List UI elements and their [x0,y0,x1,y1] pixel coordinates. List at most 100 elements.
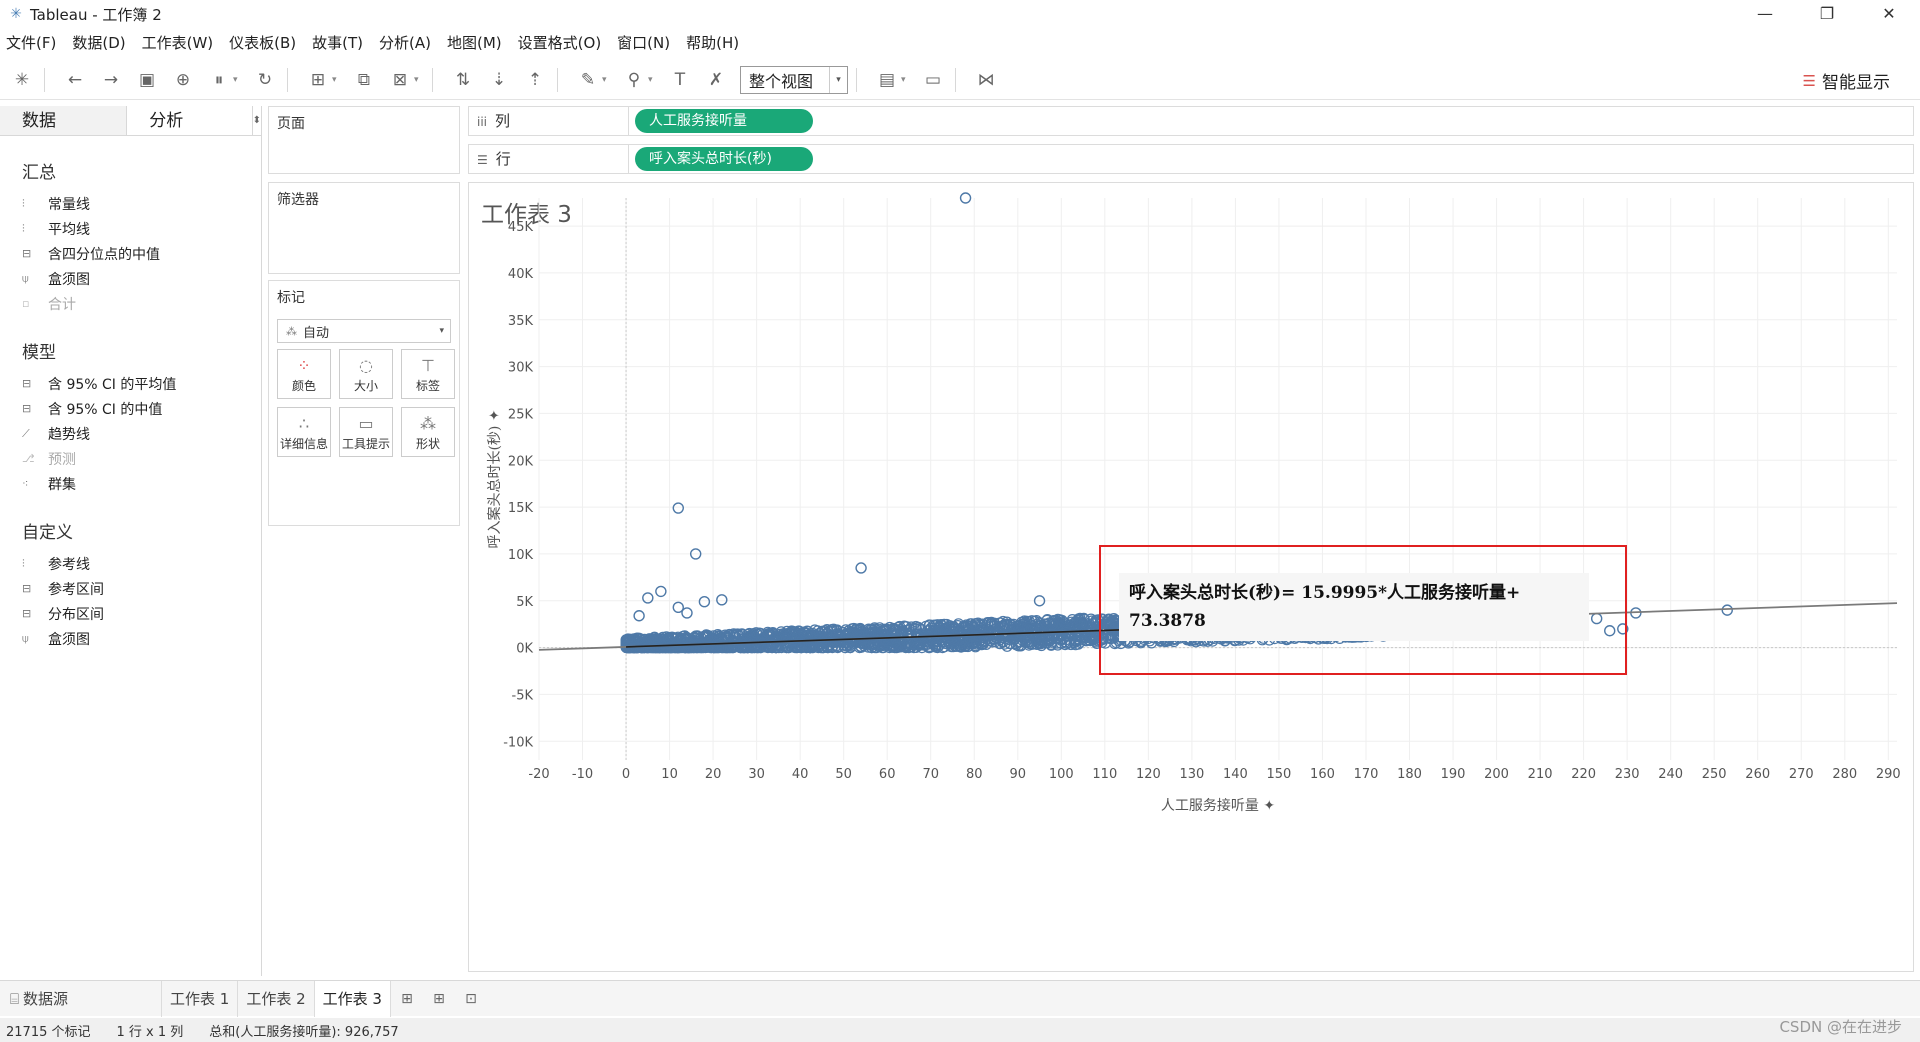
menu-worksheet[interactable]: 工作表(W) [142,32,214,53]
x-tick-label: 100 [1049,767,1074,782]
pause-update-icon[interactable]: ⏸ [205,66,233,94]
analytics-item[interactable]: ⊟ 含 95% CI 的平均值 [0,371,261,396]
tab-analysis[interactable]: 分析 [126,106,253,135]
data-point[interactable] [1721,604,1733,616]
highlight-icon[interactable]: ✎ [574,66,602,94]
columns-shelf[interactable]: iii 列 人工服务接听量 [468,106,1914,136]
mark-detail-button[interactable]: ∴ 详细信息 [277,407,331,457]
rows-pill[interactable]: 呼入案头总时长(秒) [635,147,813,171]
x-tick-label: 270 [1789,767,1814,782]
tab-sheet-3[interactable]: 工作表 3 [314,980,391,1017]
x-tick-label: 120 [1136,767,1161,782]
menu-data[interactable]: 数据(D) [72,32,125,53]
trend-equation-annotation[interactable]: 呼入案头总时长(秒)= 15.9995*人工服务接听量+ 73.3878 [1119,573,1589,641]
worksheet-view: 工作表 3 -20 -10 0 10 20 30 40 50 60 70 80 90 100 110 120… [468,182,1914,972]
analytics-item[interactable]: ⫶ 常量线 [0,191,261,216]
x-tick-label: -10 [572,767,593,782]
analytics-item[interactable]: ▫ 合计 [0,291,261,316]
data-point[interactable] [681,607,693,619]
menu-story[interactable]: 故事(T) [312,32,363,53]
menu-analysis[interactable]: 分析(A) [379,32,431,53]
analytics-item[interactable]: ⍦ 盒须图 [0,266,261,291]
duplicate-sheet-icon[interactable]: ⧉ [350,66,378,94]
rows-shelf[interactable]: ☰ 行 呼入案头总时长(秒) [468,144,1914,174]
mark-size-button[interactable]: ◌ 大小 [339,349,393,399]
menu-window[interactable]: 窗口(N) [617,32,670,53]
save-icon[interactable]: ▣ [133,66,161,94]
new-dashboard-icon[interactable]: ⊞ [423,991,455,1007]
sort-ascending-icon[interactable]: ⇣ [485,66,513,94]
rows-icon: ☰ [477,153,488,167]
chevron-down-icon[interactable]: ▾ [648,75,658,85]
restore-button[interactable]: ❐ [1796,0,1858,28]
fix-axes-icon[interactable]: ✗ [702,66,730,94]
new-sheet-icon[interactable]: ⊞ [304,66,332,94]
clear-sheet-icon[interactable]: ⊠ [386,66,414,94]
tab-sheet-1[interactable]: 工作表 1 [162,980,239,1017]
presentation-mode-icon[interactable]: ▭ [919,66,947,94]
analytics-item[interactable]: ⍦ 盒须图 [0,626,261,651]
new-datasource-icon[interactable]: ⊕ [169,66,197,94]
tab-datasource[interactable]: ⌸ 数据源 [0,980,162,1017]
status-bar: 21715 个标记 1 行 x 1 列 总和(人工服务接听量): 926,757 [0,1018,1920,1042]
refresh-icon[interactable]: ↻ [251,66,279,94]
analytics-item[interactable]: ⟋ 趋势线 [0,421,261,446]
mark-color-button[interactable]: ⁘ 颜色 [277,349,331,399]
data-point[interactable] [698,596,711,608]
menu-file[interactable]: 文件(F) [6,32,56,53]
new-worksheet-icon[interactable]: ⊞ [391,991,423,1007]
group-icon[interactable]: ⚲ [620,66,648,94]
data-point[interactable] [672,502,684,514]
smart-show-button[interactable]: ☰ 智能显示 [1803,68,1890,94]
mark-shape-button[interactable]: ⁂ 形状 [401,407,455,457]
menu-help[interactable]: 帮助(H) [686,32,739,53]
x-tick-label: 210 [1528,767,1553,782]
data-point[interactable] [716,594,728,606]
mark-type-value: 自动 [303,325,330,341]
chevron-down-icon[interactable]: ▾ [332,75,342,85]
share-icon[interactable]: ⋈ [972,66,1000,94]
close-button[interactable]: ✕ [1858,0,1920,28]
data-point[interactable] [655,585,667,598]
sort-descending-icon[interactable]: ⇡ [521,66,549,94]
section-item-list: ⊟ 含 95% CI 的平均值 ⊟ 含 95% CI 的中值 ⟋ 趋势线 ⎇ 预测 ⁖ 群集 [0,371,261,496]
chevron-down-icon[interactable]: ▾ [901,75,911,85]
new-story-icon[interactable]: ⊡ [455,991,487,1007]
swap-axes-icon[interactable]: ⇅ [449,66,477,94]
analytics-item[interactable]: ⫶ 平均线 [0,216,261,241]
pane-toggle-icon[interactable]: ⬍ [253,106,261,135]
redo-icon[interactable]: → [97,66,125,94]
chevron-down-icon[interactable]: ▾ [233,75,243,85]
menu-dashboard[interactable]: 仪表板(B) [229,32,296,53]
view-fit-select[interactable]: 整个视图 ▾ [740,65,848,94]
chevron-down-icon[interactable]: ▾ [602,75,612,85]
analytics-item[interactable]: ⎇ 预测 [0,446,261,471]
x-tick-label: -20 [528,767,549,782]
chevron-down-icon[interactable]: ▾ [414,75,424,85]
analytics-item[interactable]: ⫶ 参考线 [0,551,261,576]
y-tick-label: 5K [516,595,533,610]
tab-sheet-2[interactable]: 工作表 2 [238,980,315,1017]
analytics-item[interactable]: ⊟ 含 95% CI 的中值 [0,396,261,421]
show-labels-icon[interactable]: T [666,66,694,94]
show-cards-icon[interactable]: ▤ [873,66,901,94]
tableau-home-icon[interactable]: ✳ [8,66,36,94]
menu-format[interactable]: 设置格式(O) [518,32,602,53]
analytics-item[interactable]: ⁖ 群集 [0,471,261,496]
analytics-item[interactable]: ⊟ 分布区间 [0,601,261,626]
csdn-watermark: CSDN @在在进步 [1779,1018,1902,1036]
data-point[interactable] [642,592,654,604]
mark-tooltip-button[interactable]: ▭ 工具提示 [339,407,393,457]
analytics-item[interactable]: ⊟ 含四分位点的中值 [0,241,261,266]
data-point[interactable] [959,192,972,204]
analytics-item[interactable]: ⊟ 参考区间 [0,576,261,601]
undo-icon[interactable]: ← [61,66,89,94]
data-point[interactable] [633,610,645,622]
mark-type-select[interactable]: ⁂ 自动 ▾ [277,319,451,343]
columns-pill[interactable]: 人工服务接听量 [635,109,813,133]
data-point[interactable] [855,562,867,574]
minimize-button[interactable]: — [1734,0,1796,28]
mark-label-button[interactable]: ⊤ 标签 [401,349,455,399]
menu-map[interactable]: 地图(M) [447,32,502,53]
tab-data[interactable]: 数据 [0,106,127,135]
